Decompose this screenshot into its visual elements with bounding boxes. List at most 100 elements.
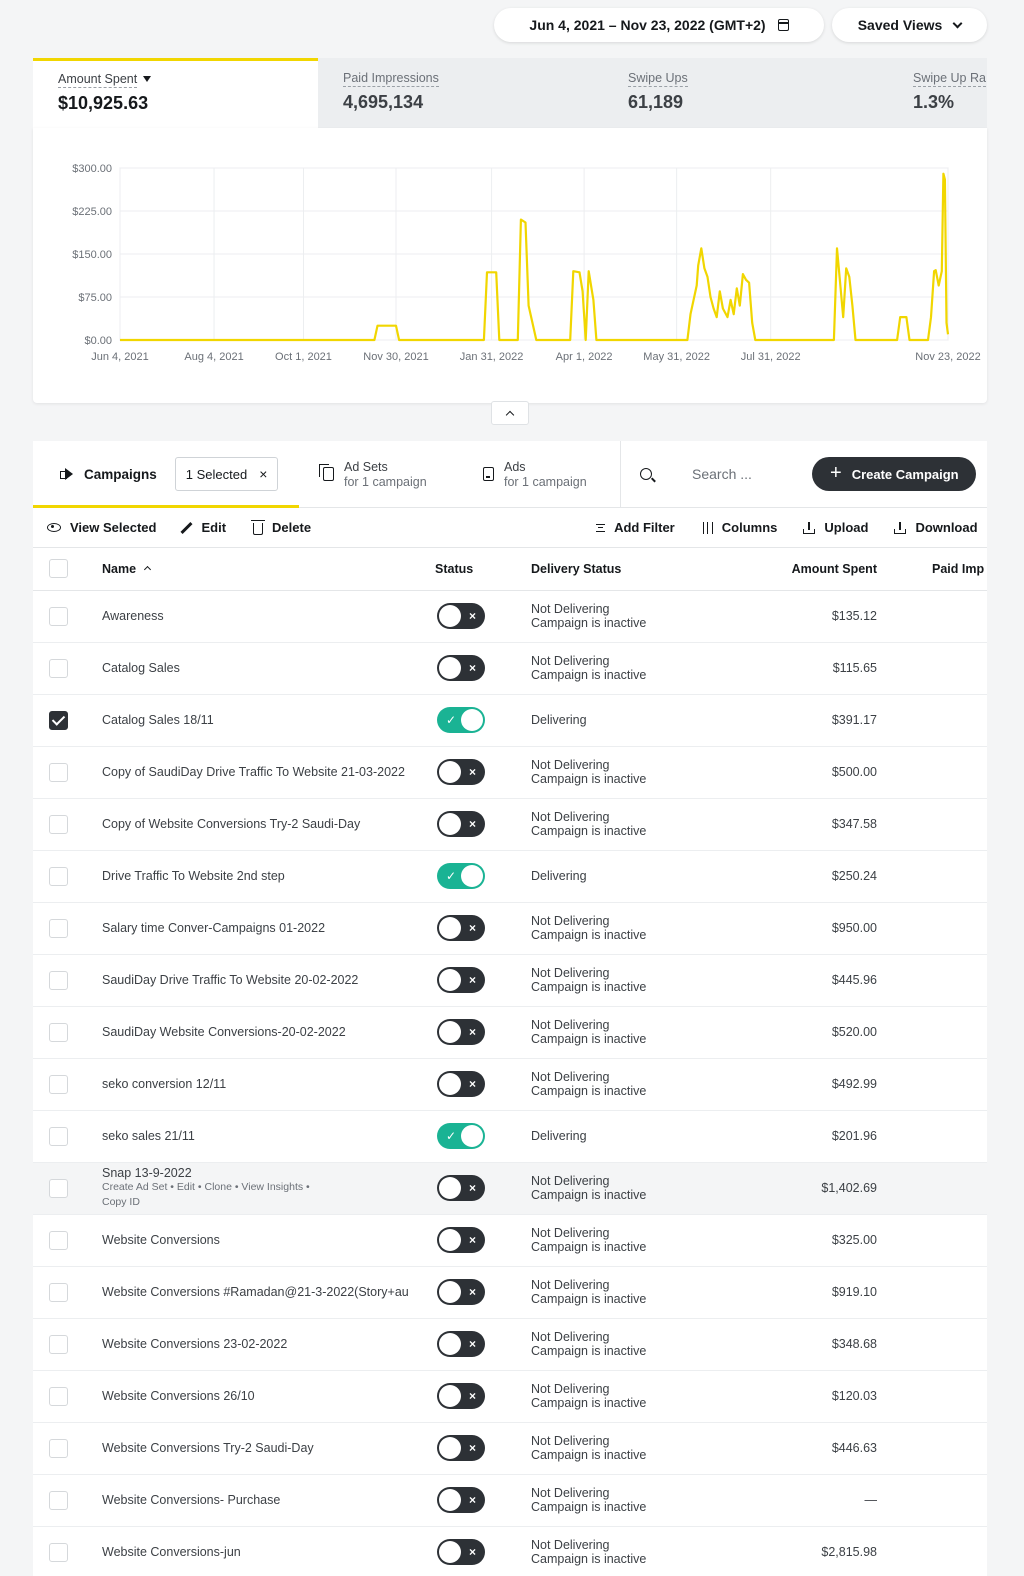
row-checkbox[interactable] — [49, 866, 68, 886]
campaign-name[interactable]: Copy of Website Conversions Try-2 Saudi-… — [102, 817, 360, 831]
table-row[interactable]: Website Conversions Try-2 Saudi-Day × No… — [33, 1422, 987, 1475]
campaign-name[interactable]: Salary time Conver-Campaigns 01-2022 — [102, 921, 325, 935]
date-range-picker[interactable]: Jun 4, 2021 – Nov 23, 2022 (GMT+2) — [494, 8, 824, 42]
status-toggle[interactable]: × — [437, 655, 485, 681]
row-checkbox[interactable] — [49, 762, 68, 782]
campaign-name[interactable]: Catalog Sales — [102, 661, 180, 675]
table-row[interactable]: Website Conversions-jun × Not Delivering… — [33, 1526, 987, 1576]
column-header-name[interactable]: Name — [102, 548, 435, 591]
metric-swipe-ups[interactable]: Swipe Ups 61,189 — [603, 58, 888, 128]
row-checkbox[interactable] — [49, 1334, 68, 1354]
table-row[interactable]: Catalog Sales × Not Delivering Campaign … — [33, 642, 987, 695]
copy-id-action[interactable]: Copy ID — [102, 1195, 435, 1210]
tab-ads[interactable]: Ads for 1 campaign — [483, 460, 620, 489]
columns-button[interactable]: Columns — [702, 520, 777, 535]
row-checkbox[interactable] — [49, 1022, 68, 1042]
table-row[interactable]: Awareness × Not Delivering Campaign is i… — [33, 590, 987, 643]
metric-paid-impressions[interactable]: Paid Impressions 4,695,134 — [318, 58, 603, 128]
caret-down-icon[interactable] — [143, 75, 152, 82]
select-all-checkbox[interactable] — [49, 559, 68, 579]
row-checkbox[interactable] — [49, 1230, 68, 1250]
selected-chip[interactable]: 1 Selected × — [174, 457, 279, 491]
table-row[interactable]: Website Conversions 26/10 × Not Deliveri… — [33, 1370, 987, 1423]
row-checkbox[interactable] — [49, 1178, 68, 1198]
campaign-name[interactable]: Catalog Sales 18/11 — [102, 713, 214, 727]
table-row[interactable]: SaudiDay Website Conversions-20-02-2022 … — [33, 1006, 987, 1059]
table-row[interactable]: SaudiDay Drive Traffic To Website 20-02-… — [33, 954, 987, 1007]
status-toggle[interactable]: × — [437, 1383, 485, 1409]
row-checkbox[interactable] — [49, 1282, 68, 1302]
table-row[interactable]: Copy of Website Conversions Try-2 Saudi-… — [33, 798, 987, 851]
saved-views-dropdown[interactable]: Saved Views — [832, 8, 987, 42]
row-checkbox[interactable] — [49, 658, 68, 678]
row-checkbox[interactable] — [49, 970, 68, 990]
row-actions[interactable]: Create Ad Set • Edit • Clone • View Insi… — [102, 1180, 435, 1195]
column-header-delivery[interactable]: Delivery Status — [531, 548, 731, 591]
metric-swipe-up-rate[interactable]: Swipe Up Ra 1.3% — [888, 58, 987, 128]
status-toggle[interactable]: × — [437, 811, 485, 837]
status-toggle[interactable]: ✓ — [437, 707, 485, 733]
campaign-name[interactable]: Snap 13-9-2022 — [102, 1166, 435, 1180]
status-toggle[interactable]: × — [437, 1227, 485, 1253]
tab-ad-sets[interactable]: Ad Sets for 1 campaign — [319, 460, 469, 489]
status-toggle[interactable]: × — [437, 915, 485, 941]
delete-button[interactable]: Delete — [251, 519, 311, 535]
campaign-name[interactable]: Website Conversions — [102, 1233, 220, 1247]
campaign-name[interactable]: Website Conversions- Purchase — [102, 1493, 280, 1507]
table-row[interactable]: Catalog Sales 18/11 ✓ Delivering $391.17 — [33, 694, 987, 747]
campaign-name[interactable]: Website Conversions 26/10 — [102, 1389, 255, 1403]
column-header-amount[interactable]: Amount Spent — [731, 548, 877, 591]
upload-button[interactable]: Upload — [803, 520, 868, 535]
row-checkbox[interactable] — [49, 814, 68, 834]
table-row[interactable]: Snap 13-9-2022 Create Ad Set • Edit • Cl… — [33, 1162, 987, 1215]
close-icon[interactable]: × — [259, 466, 267, 482]
status-toggle[interactable]: × — [437, 967, 485, 993]
table-row[interactable]: seko conversion 12/11 × Not Delivering C… — [33, 1058, 987, 1111]
table-row[interactable]: Salary time Conver-Campaigns 01-2022 × N… — [33, 902, 987, 955]
table-row[interactable]: Drive Traffic To Website 2nd step ✓ Deli… — [33, 850, 987, 903]
campaign-name[interactable]: Website Conversions-jun — [102, 1545, 241, 1559]
campaign-name[interactable]: Website Conversions #Ramadan@21-3-2022(S… — [102, 1285, 409, 1299]
row-checkbox[interactable] — [49, 1386, 68, 1406]
column-header-status[interactable]: Status — [435, 548, 531, 591]
campaign-name[interactable]: Website Conversions Try-2 Saudi-Day — [102, 1441, 314, 1455]
status-toggle[interactable]: × — [437, 603, 485, 629]
row-checkbox[interactable] — [49, 1490, 68, 1510]
status-toggle[interactable]: ✓ — [437, 1123, 485, 1149]
status-toggle[interactable]: × — [437, 1019, 485, 1045]
campaign-name[interactable]: SaudiDay Website Conversions-20-02-2022 — [102, 1025, 346, 1039]
add-filter-button[interactable]: Add Filter — [596, 520, 675, 535]
metric-amount-spent[interactable]: Amount Spent $10,925.63 — [33, 58, 318, 128]
table-row[interactable]: Website Conversions- Purchase × Not Deli… — [33, 1474, 987, 1527]
search-input[interactable] — [692, 466, 802, 482]
column-header-impressions[interactable]: Paid Imp — [877, 548, 987, 591]
row-checkbox[interactable] — [49, 918, 68, 938]
row-checkbox[interactable] — [49, 1074, 68, 1094]
status-toggle[interactable]: × — [437, 1539, 485, 1565]
campaign-name[interactable]: seko conversion 12/11 — [102, 1077, 226, 1091]
campaign-name[interactable]: Drive Traffic To Website 2nd step — [102, 869, 285, 883]
row-checkbox[interactable] — [49, 606, 68, 626]
row-checkbox[interactable] — [49, 1438, 68, 1458]
status-toggle[interactable]: × — [437, 1175, 485, 1201]
campaign-name[interactable]: Awareness — [102, 609, 164, 623]
status-toggle[interactable]: × — [437, 1487, 485, 1513]
status-toggle[interactable]: × — [437, 759, 485, 785]
status-toggle[interactable]: ✓ — [437, 863, 485, 889]
edit-button[interactable]: Edit — [180, 520, 226, 535]
download-button[interactable]: Download — [894, 520, 978, 535]
create-campaign-button[interactable]: + Create Campaign — [812, 457, 976, 491]
campaign-name[interactable]: SaudiDay Drive Traffic To Website 20-02-… — [102, 973, 358, 987]
view-selected-button[interactable]: View Selected — [47, 520, 156, 535]
campaign-name[interactable]: Copy of SaudiDay Drive Traffic To Websit… — [102, 765, 405, 779]
collapse-chart-button[interactable] — [491, 401, 529, 425]
row-checkbox[interactable] — [49, 1126, 68, 1146]
table-row[interactable]: Website Conversions #Ramadan@21-3-2022(S… — [33, 1266, 987, 1319]
tab-campaigns[interactable]: Campaigns 1 Selected × — [33, 457, 299, 491]
status-toggle[interactable]: × — [437, 1071, 485, 1097]
status-toggle[interactable]: × — [437, 1435, 485, 1461]
campaign-name[interactable]: seko sales 21/11 — [102, 1129, 195, 1143]
status-toggle[interactable]: × — [437, 1331, 485, 1357]
search-box[interactable] — [640, 466, 802, 482]
table-row[interactable]: seko sales 21/11 ✓ Delivering $201.96 — [33, 1110, 987, 1163]
